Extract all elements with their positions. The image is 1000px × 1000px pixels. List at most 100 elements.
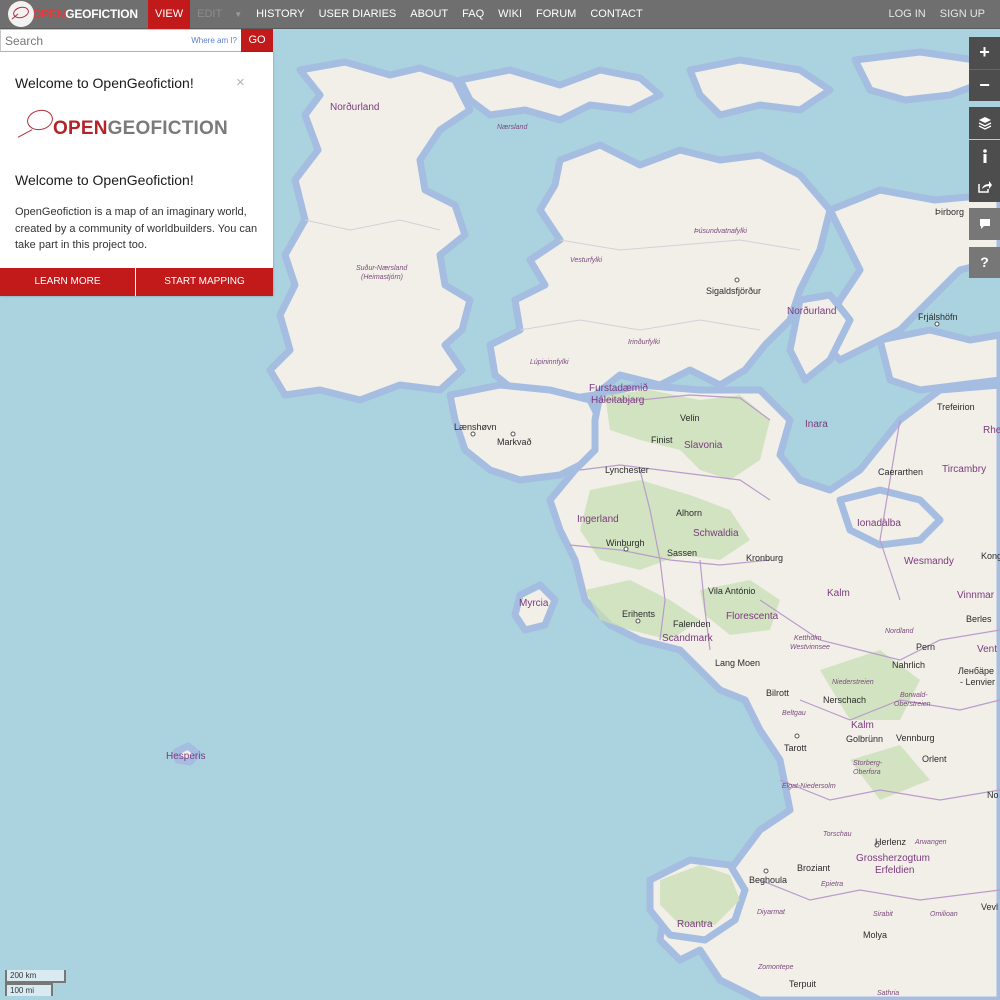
map-label: Vennburg [896, 733, 935, 743]
nav-contact[interactable]: CONTACT [583, 0, 649, 29]
site-logo[interactable]: OPEN GEOFICTION [0, 0, 148, 29]
welcome-panel: Welcome to OpenGeofiction! × OPEN GEOFIC… [0, 52, 273, 296]
zoom-out-button[interactable]: − [969, 69, 1000, 101]
map-label: Lynchester [605, 465, 649, 475]
map-label: Nahrlich [892, 660, 926, 670]
scale-bar: 200 km 100 mi [5, 970, 66, 996]
query-features-button[interactable]: ? [969, 247, 1000, 278]
map-label: Vesturfylki [570, 257, 603, 264]
map-label: Lænshøvn [454, 422, 497, 432]
start-mapping-button[interactable]: START MAPPING [136, 268, 273, 296]
welcome-heading: Welcome to OpenGeofiction! [15, 172, 194, 188]
nav-user-diaries[interactable]: USER DIARIES [312, 0, 404, 29]
nav-edit-label: EDIT [197, 7, 223, 20]
map-label: Lang Moen [715, 658, 761, 668]
zoom-in-button[interactable]: + [969, 37, 1000, 69]
map-label: Diyarmat [757, 909, 786, 916]
map-label: Oberstreien [894, 701, 931, 708]
nav-forum[interactable]: FORUM [529, 0, 583, 29]
welcome-logo-geofiction: GEOFICTION [107, 118, 228, 139]
map-label: Sassen [667, 548, 698, 558]
nav-view[interactable]: VIEW [148, 0, 191, 29]
logo-text-open: OPEN [32, 7, 66, 21]
map-label: Terpuit [789, 979, 817, 989]
signup-link[interactable]: SIGN UP [933, 0, 1000, 29]
close-icon[interactable]: × [236, 74, 245, 91]
map-label: Markvað [497, 437, 532, 447]
map-label: Bilrott [766, 688, 790, 698]
welcome-description: OpenGeofiction is a map of an imaginary … [15, 206, 258, 251]
map-label: Kalm [851, 720, 874, 731]
map-label: Háleitabjarg [591, 395, 645, 406]
map-label: Þirborg [935, 207, 965, 217]
chevron-down-icon[interactable]: ▼ [234, 0, 242, 29]
map-label: Roantra [677, 919, 713, 930]
map-label: Kronburg [746, 553, 784, 563]
map-label: Beghoula [749, 875, 788, 885]
where-am-i-link[interactable]: Where am I? [191, 30, 241, 51]
map-label: Tircambry [942, 464, 987, 475]
map-label: Myrcia [519, 598, 549, 609]
map-label: Herlenz [875, 837, 907, 847]
map-label: Lúpininnfylki [530, 359, 569, 366]
nav-wiki[interactable]: WIKI [491, 0, 529, 29]
layers-icon[interactable] [969, 107, 1000, 139]
map-label: Vevl [981, 902, 999, 912]
map-label: Vent [977, 644, 998, 655]
map-label: Broziant [797, 863, 831, 873]
map-label: Wesmandy [904, 556, 954, 567]
nav-about[interactable]: ABOUT [403, 0, 455, 29]
map-label: Nærsland [497, 124, 528, 131]
map-label: Zomontepe [758, 964, 794, 971]
scale-km: 200 km [5, 970, 66, 983]
globe-logo-icon [15, 108, 53, 140]
note-icon[interactable] [969, 208, 1000, 240]
map-label: Finist [651, 435, 673, 445]
map-label: (Heimastjórn) [361, 274, 404, 281]
map-label: Pern [916, 642, 936, 652]
welcome-panel-title: Welcome to OpenGeofiction! [15, 75, 194, 91]
map-label: Grossherzogtum [856, 853, 930, 864]
learn-more-button[interactable]: LEARN MORE [0, 268, 136, 296]
map-label: Nordland [885, 628, 914, 635]
map-label: Orlent [922, 754, 947, 764]
map-label: Kong [981, 551, 1000, 561]
map-label: Beltgau [782, 710, 806, 717]
map-label: Omilioan [930, 911, 958, 918]
login-link[interactable]: LOG IN [881, 0, 932, 29]
nav-history[interactable]: HISTORY [249, 0, 312, 29]
map-label: Falenden [673, 619, 711, 629]
map-label: - Lenvier [960, 677, 996, 687]
info-icon[interactable] [969, 140, 1000, 172]
share-icon[interactable] [969, 172, 1000, 202]
map-label: Tarott [784, 743, 807, 753]
map-label: Scandmark [662, 633, 713, 644]
welcome-actions: LEARN MORE START MAPPING [0, 268, 273, 296]
map-label: Slavonia [684, 440, 723, 451]
welcome-logo: OPEN GEOFICTION [15, 104, 228, 140]
map-label: Vila António [708, 586, 756, 596]
map-label: Elgat-Niedersolm [782, 783, 836, 790]
zoom-controls: + − [969, 37, 1000, 101]
map-label: Florescenta [726, 611, 779, 622]
map-label: Norðurland [330, 102, 380, 113]
map-label: Inara [805, 419, 828, 430]
search-input[interactable] [1, 30, 192, 51]
search-go-button[interactable]: GO [241, 29, 273, 52]
question-icon: ? [980, 254, 989, 270]
map-label: Oberfora [853, 769, 881, 776]
map-label: Epietra [821, 881, 844, 888]
nav-faq[interactable]: FAQ [455, 0, 491, 29]
map-label: Schwaldia [693, 528, 739, 539]
map-label: Irinðurfylki [628, 339, 660, 346]
map-label: Arwangen [915, 839, 947, 846]
nav-edit[interactable]: EDIT ▼ [190, 0, 249, 29]
map-label: Caerarthen [878, 467, 924, 477]
logo-text-geofiction: GEOFICTION [65, 7, 138, 21]
map-label: Þúsundvatnafylki [694, 228, 747, 235]
map-label: Kalm [827, 588, 850, 599]
map-label: Winburgh [606, 538, 645, 548]
map-label: Erihents [622, 609, 656, 619]
map-label: Ingerland [577, 514, 619, 525]
map-label: Vinnmar [957, 590, 995, 601]
